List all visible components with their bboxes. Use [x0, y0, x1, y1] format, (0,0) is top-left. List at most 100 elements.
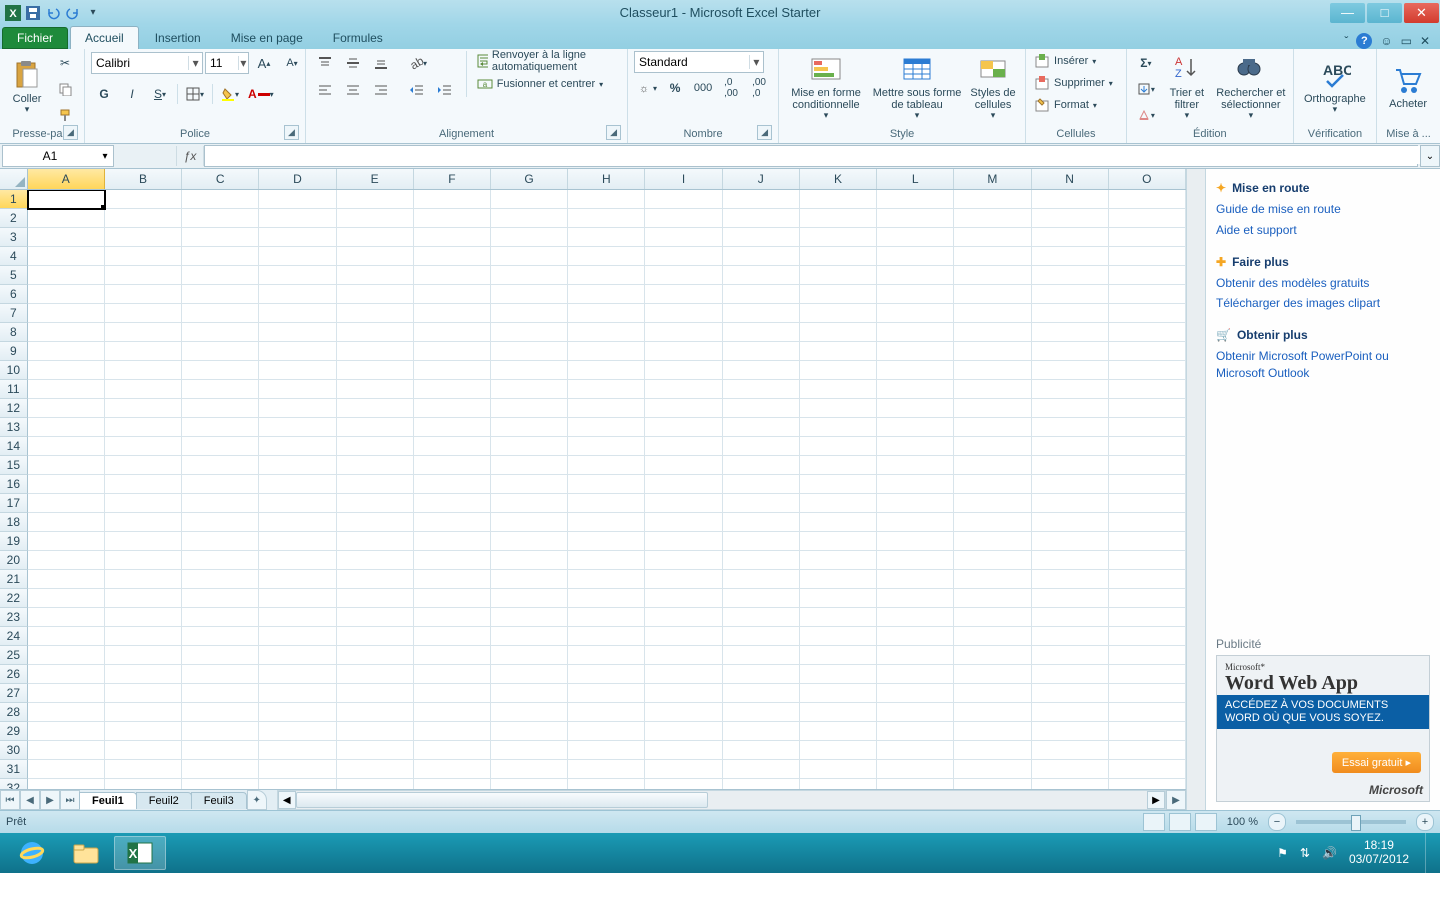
cell[interactable]: [105, 551, 182, 570]
undo-icon[interactable]: [44, 4, 62, 22]
align-center-button[interactable]: [340, 78, 366, 102]
number-format-input[interactable]: [635, 55, 749, 69]
cell[interactable]: [568, 532, 645, 551]
cell[interactable]: [723, 304, 800, 323]
cell[interactable]: [182, 342, 259, 361]
cell[interactable]: [259, 209, 336, 228]
cell[interactable]: [414, 722, 491, 741]
cell[interactable]: [645, 589, 722, 608]
cell[interactable]: [1032, 532, 1109, 551]
cell[interactable]: [723, 323, 800, 342]
cell[interactable]: [259, 646, 336, 665]
cell[interactable]: [259, 608, 336, 627]
row-header[interactable]: 24: [0, 627, 28, 646]
cell[interactable]: [28, 646, 105, 665]
cell[interactable]: [645, 247, 722, 266]
cell[interactable]: [337, 437, 414, 456]
cell[interactable]: [568, 646, 645, 665]
cell[interactable]: [182, 399, 259, 418]
scroll-left-button[interactable]: ◀: [278, 791, 296, 809]
cell[interactable]: [28, 399, 105, 418]
cell[interactable]: [414, 665, 491, 684]
cell[interactable]: [723, 456, 800, 475]
cell[interactable]: [1109, 665, 1186, 684]
cell[interactable]: [877, 190, 954, 209]
column-header[interactable]: H: [568, 169, 645, 189]
row-header[interactable]: 16: [0, 475, 28, 494]
cell[interactable]: [800, 570, 877, 589]
formula-input[interactable]: [205, 146, 1425, 164]
row-header[interactable]: 15: [0, 456, 28, 475]
cell[interactable]: [877, 608, 954, 627]
spelling-button[interactable]: ABC Orthographe▾: [1300, 51, 1370, 123]
cell[interactable]: [491, 779, 568, 789]
cell[interactable]: [954, 494, 1031, 513]
cell[interactable]: [259, 247, 336, 266]
cell[interactable]: [28, 741, 105, 760]
cell[interactable]: [877, 779, 954, 789]
expand-formula-bar-button[interactable]: ⌄: [1420, 145, 1440, 167]
cell[interactable]: [645, 627, 722, 646]
cell[interactable]: [568, 684, 645, 703]
cell[interactable]: [800, 627, 877, 646]
cell[interactable]: [1109, 570, 1186, 589]
cell[interactable]: [877, 627, 954, 646]
fill-color-button[interactable]: ▾: [217, 82, 243, 106]
cell[interactable]: [414, 228, 491, 247]
cell[interactable]: [877, 684, 954, 703]
cell[interactable]: [28, 190, 105, 209]
cell[interactable]: [800, 760, 877, 779]
cell[interactable]: [723, 627, 800, 646]
cell[interactable]: [491, 266, 568, 285]
cell[interactable]: [800, 456, 877, 475]
zoom-slider[interactable]: [1296, 820, 1406, 824]
cell[interactable]: [1032, 342, 1109, 361]
align-right-button[interactable]: [368, 78, 394, 102]
cell[interactable]: [259, 570, 336, 589]
cell[interactable]: [645, 361, 722, 380]
cell[interactable]: [28, 551, 105, 570]
cell[interactable]: [1032, 285, 1109, 304]
row-header[interactable]: 12: [0, 399, 28, 418]
cell[interactable]: [337, 722, 414, 741]
cell[interactable]: [954, 551, 1031, 570]
cell[interactable]: [1109, 342, 1186, 361]
cell[interactable]: [414, 456, 491, 475]
cell[interactable]: [1032, 247, 1109, 266]
cell[interactable]: [28, 779, 105, 789]
cell[interactable]: [568, 190, 645, 209]
cell[interactable]: [1032, 494, 1109, 513]
cell[interactable]: [800, 304, 877, 323]
cell[interactable]: [337, 779, 414, 789]
cell[interactable]: [105, 437, 182, 456]
column-header[interactable]: F: [414, 169, 491, 189]
cell[interactable]: [723, 266, 800, 285]
cell[interactable]: [1109, 266, 1186, 285]
cell[interactable]: [1032, 722, 1109, 741]
sheet-tab[interactable]: Feuil1: [79, 792, 137, 809]
cell[interactable]: [1109, 285, 1186, 304]
cell[interactable]: [1032, 380, 1109, 399]
align-middle-button[interactable]: [340, 51, 366, 75]
cell[interactable]: [723, 475, 800, 494]
cell[interactable]: [1032, 228, 1109, 247]
feedback-icon[interactable]: ☺: [1380, 34, 1392, 48]
cell[interactable]: [491, 361, 568, 380]
cell[interactable]: [877, 532, 954, 551]
cell[interactable]: [337, 532, 414, 551]
cell[interactable]: [877, 475, 954, 494]
cell[interactable]: [259, 380, 336, 399]
cell[interactable]: [954, 608, 1031, 627]
row-header[interactable]: 6: [0, 285, 28, 304]
cell[interactable]: [877, 513, 954, 532]
scroll-thumb[interactable]: [296, 792, 708, 808]
cell[interactable]: [1109, 456, 1186, 475]
cell[interactable]: [414, 532, 491, 551]
cell[interactable]: [491, 494, 568, 513]
cell[interactable]: [414, 342, 491, 361]
cell[interactable]: [491, 760, 568, 779]
cell[interactable]: [568, 418, 645, 437]
merge-center-button[interactable]: aFusionner et centrer▾: [475, 74, 621, 94]
cell[interactable]: [105, 418, 182, 437]
row-header[interactable]: 2: [0, 209, 28, 228]
